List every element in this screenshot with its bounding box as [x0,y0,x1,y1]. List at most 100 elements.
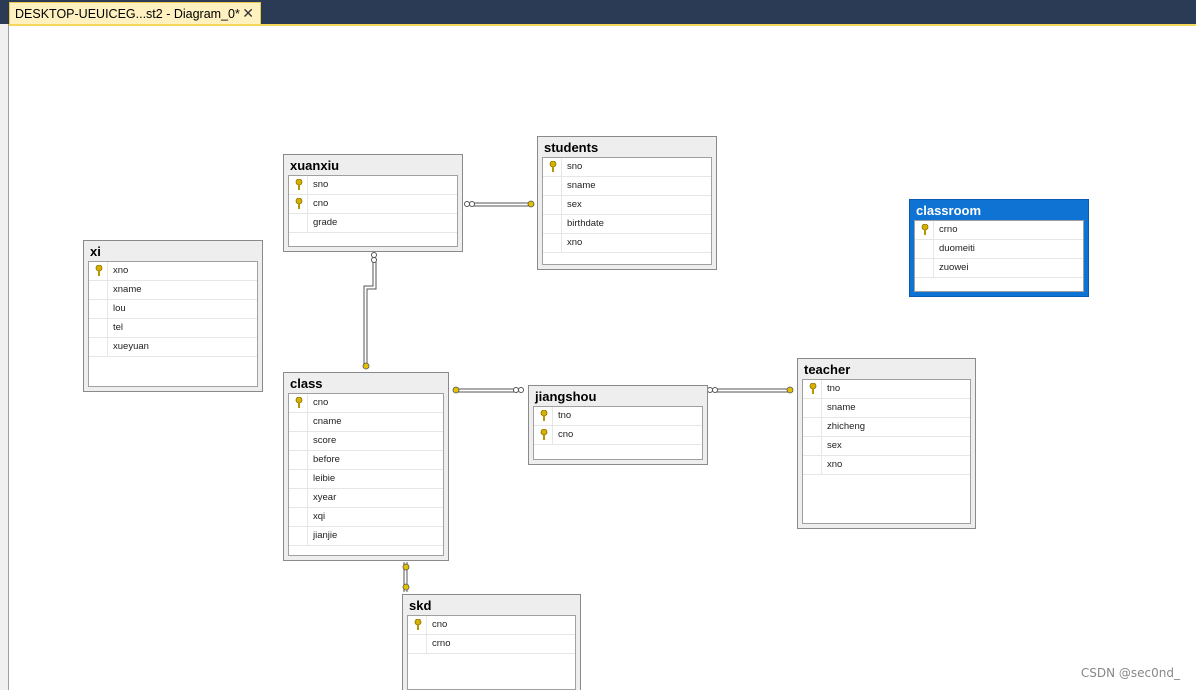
key-icon [402,583,410,591]
key-icon [295,396,303,409]
column-row[interactable]: score [289,432,443,451]
relationship-class-jiangshou [457,388,518,393]
column-row[interactable]: cno [408,616,575,635]
key-icon [362,362,370,370]
key-icon [786,386,794,394]
column-name: crno [432,638,451,649]
key-icon [921,223,929,236]
column-row[interactable]: xno [803,456,970,475]
table-title: students [544,140,599,155]
key-icon [540,409,548,422]
table-xi[interactable]: xi xno xname lou tel xueyuan [83,240,263,392]
column-name: cno [313,198,329,209]
relationship-jiangshou-teacher [716,388,790,393]
column-name: xno [827,459,843,470]
column-name: cno [432,619,448,630]
column-row[interactable]: xueyuan [89,338,257,357]
table-class[interactable]: class cno cname score before leibie xyea… [283,372,449,561]
key-icon [527,200,535,208]
column-name: cno [558,429,574,440]
column-row[interactable]: duomeiti [915,240,1083,259]
column-row[interactable]: xqi [289,508,443,527]
relationship-xuanxiu-class [363,258,377,366]
table-title: skd [409,598,432,613]
column-row[interactable]: before [289,451,443,470]
column-name: xno [567,237,583,248]
column-name: jianjie [313,530,338,541]
column-name: xname [113,284,142,295]
key-icon [295,197,303,210]
column-row[interactable]: lou [89,300,257,319]
table-students[interactable]: students sno sname sex birthdate xno [537,136,717,270]
column-row[interactable]: sname [543,177,711,196]
key-icon [452,386,460,394]
column-row[interactable]: sno [543,158,711,177]
column-row[interactable]: jianjie [289,527,443,546]
column-row[interactable]: sno [289,176,457,195]
column-row[interactable]: birthdate [543,215,711,234]
column-name: xueyuan [113,341,149,352]
column-row[interactable]: xno [89,262,257,281]
column-row[interactable]: sex [543,196,711,215]
column-row[interactable]: zuowei [915,259,1083,278]
column-name: before [313,454,340,465]
column-row[interactable]: tno [803,380,970,399]
column-name: zuowei [939,262,969,273]
table-title: teacher [804,362,851,377]
table-classroom[interactable]: classroom crno duomeiti zuowei [909,199,1089,297]
key-icon [809,382,817,395]
table-title: class [290,376,323,391]
watermark: CSDN @sec0nd_ [1080,666,1180,680]
table-teacher[interactable]: teacher tno sname zhicheng sex xno [797,358,976,529]
key-icon [295,178,303,191]
column-name: lou [113,303,126,314]
column-row[interactable]: xyear [289,489,443,508]
table-jiangshou[interactable]: jiangshou tno cno [528,385,708,465]
table-skd[interactable]: skd cno crno [402,594,581,690]
column-name: sno [567,161,583,172]
key-icon [549,160,557,173]
column-name: sname [827,402,856,413]
column-row[interactable]: cno [289,394,443,413]
column-row[interactable]: sex [803,437,970,456]
column-name: birthdate [567,218,604,229]
column-row[interactable]: cno [289,195,457,214]
relationship-xuanxiu-students [471,202,531,207]
key-icon [540,428,548,441]
column-name: leibie [313,473,336,484]
column-name: sex [827,440,842,451]
column-row[interactable]: sname [803,399,970,418]
column-name: sno [313,179,329,190]
key-icon [414,618,422,631]
column-row[interactable]: tno [534,407,702,426]
column-row[interactable]: tel [89,319,257,338]
column-name: sex [567,199,582,210]
column-row[interactable]: crno [408,635,575,654]
table-xuanxiu[interactable]: xuanxiu sno cno grade [283,154,463,252]
column-name: xqi [313,511,326,522]
column-row[interactable]: zhicheng [803,418,970,437]
column-name: duomeiti [939,243,975,254]
column-name: cname [313,416,342,427]
column-row[interactable]: xname [89,281,257,300]
column-name: tno [558,410,572,421]
column-name: grade [313,217,338,228]
column-row[interactable]: leibie [289,470,443,489]
column-name: sname [567,180,596,191]
column-name: crno [939,224,958,235]
column-row[interactable]: cno [534,426,702,445]
column-row[interactable]: cname [289,413,443,432]
key-icon [402,563,410,571]
column-name: score [313,435,337,446]
column-name: tel [113,322,124,333]
column-name: tno [827,383,841,394]
column-row[interactable]: grade [289,214,457,233]
column-row[interactable]: crno [915,221,1083,240]
column-name: zhicheng [827,421,866,432]
table-title: jiangshou [535,389,597,404]
key-icon [95,264,103,277]
column-name: cno [313,397,329,408]
table-title: xuanxiu [290,158,340,173]
column-row[interactable]: xno [543,234,711,253]
column-name: xno [113,265,129,276]
